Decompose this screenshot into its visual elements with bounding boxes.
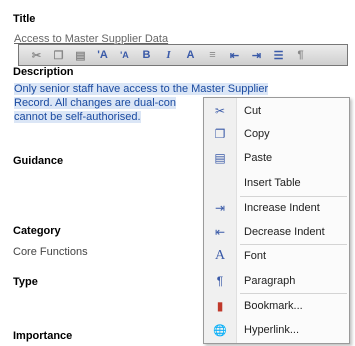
paragraph-icon: ¶ <box>216 274 224 288</box>
cut-icon[interactable]: ✂ <box>27 47 46 64</box>
menu-item-insert-table[interactable]: Insert Table <box>204 173 349 193</box>
bookmark-icon: ▮ <box>216 299 224 313</box>
menu-item-label: Paste <box>244 152 273 164</box>
menu-separator <box>240 196 347 197</box>
menu-item-font[interactable]: A Font <box>204 246 349 266</box>
category-value: Core Functions <box>13 246 88 258</box>
context-menu: ✂ Cut ❐ Copy ▤ Paste Insert Table ⇥ Incr… <box>203 97 350 344</box>
menu-item-paragraph[interactable]: ¶ Paragraph <box>204 271 349 291</box>
menu-item-cut[interactable]: ✂ Cut <box>204 101 349 121</box>
description-line-2: Record. All changes are dual-con <box>14 97 177 110</box>
menu-item-label: Decrease Indent <box>244 226 325 238</box>
menu-item-increase-indent[interactable]: ⇥ Increase Indent <box>204 198 349 218</box>
increase-indent-icon[interactable]: ⇥ <box>247 47 266 64</box>
menu-item-label: Font <box>244 250 267 262</box>
copy-icon[interactable]: ❐ <box>49 47 68 64</box>
italic-icon[interactable]: I <box>159 47 178 64</box>
description-line-3: cannot be self-authorised. <box>14 111 141 124</box>
align-icon[interactable]: ≡ <box>203 47 222 64</box>
menu-item-label: Increase Indent <box>244 202 320 214</box>
shrink-font-icon[interactable]: 'A <box>115 47 134 64</box>
description-label: Description <box>13 66 74 78</box>
paste-icon[interactable]: ▤ <box>71 47 90 64</box>
menu-item-hyperlink[interactable]: 🌐 Hyperlink... <box>204 320 349 340</box>
menu-item-copy[interactable]: ❐ Copy <box>204 124 349 144</box>
font-icon: A <box>214 248 226 263</box>
grow-font-icon[interactable]: 'A <box>93 47 112 64</box>
menu-item-bookmark[interactable]: ▮ Bookmark... <box>204 296 349 316</box>
menu-separator <box>240 293 347 294</box>
menu-item-label: Hyperlink... <box>244 324 300 336</box>
bold-icon[interactable]: B <box>137 47 156 64</box>
decrease-indent-icon[interactable]: ⇤ <box>225 47 244 64</box>
paragraph-icon[interactable]: ¶ <box>291 47 310 64</box>
menu-item-label: Paragraph <box>244 275 296 287</box>
copy-icon: ❐ <box>214 127 226 141</box>
type-label: Type <box>13 276 38 288</box>
category-label: Category <box>13 225 61 237</box>
menu-item-label: Insert Table <box>244 177 301 189</box>
description-line-1: Only senior staff have access to the Mas… <box>14 83 269 95</box>
cut-icon: ✂ <box>214 104 226 118</box>
menu-separator <box>240 244 347 245</box>
hyperlink-icon: 🌐 <box>213 324 227 337</box>
title-label: Title <box>13 13 36 25</box>
font-color-icon[interactable]: A <box>181 47 200 64</box>
menu-item-label: Cut <box>244 105 262 117</box>
decrease-indent-icon: ⇤ <box>214 225 226 239</box>
list-icon[interactable]: ☰ <box>269 47 288 64</box>
increase-indent-icon: ⇥ <box>214 201 226 215</box>
menu-item-label: Bookmark... <box>244 300 303 312</box>
formatting-toolbar: ✂ ❐ ▤ 'A 'A B I A ≡ ⇤ ⇥ ☰ ¶ <box>18 44 348 66</box>
paste-icon: ▤ <box>214 151 226 165</box>
menu-item-label: Copy <box>244 128 270 140</box>
menu-item-paste[interactable]: ▤ Paste <box>204 148 349 168</box>
insert-table-icon <box>204 173 236 193</box>
importance-label: Importance <box>13 330 73 342</box>
menu-item-decrease-indent[interactable]: ⇤ Decrease Indent <box>204 222 349 242</box>
guidance-label: Guidance <box>13 155 64 167</box>
